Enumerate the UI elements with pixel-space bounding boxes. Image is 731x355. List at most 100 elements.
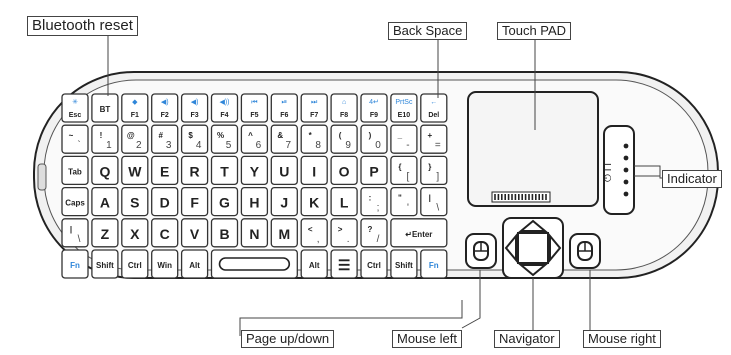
key-5-8[interactable]: Ctrl	[360, 249, 388, 279]
key-3-3[interactable]: D	[151, 186, 179, 217]
key-label: F8	[340, 112, 348, 119]
key-1-12[interactable]: +=	[420, 124, 448, 154]
key-label: $	[188, 131, 193, 140]
key-5-1[interactable]: Shift	[91, 249, 119, 279]
key-3-1[interactable]: A	[91, 186, 119, 217]
key-3-9[interactable]: L	[330, 186, 358, 217]
key-2-9[interactable]: O	[330, 155, 358, 186]
key-2-12[interactable]: }]	[420, 155, 448, 186]
key-3-10[interactable]: :;	[360, 186, 388, 217]
key-5-9[interactable]: Shift	[390, 249, 418, 279]
key-2-5[interactable]: T	[210, 155, 239, 186]
key-0-6[interactable]: ⏮ F5	[240, 93, 269, 123]
key-4-2[interactable]: X	[121, 218, 149, 248]
key-5-6[interactable]: Alt	[300, 249, 328, 279]
key-2-0[interactable]: Tab	[61, 155, 89, 186]
page-up-down-callout: Page up/down	[241, 330, 335, 348]
key-label: D	[160, 195, 170, 211]
key-5-4[interactable]: Alt	[180, 249, 209, 279]
key-3-4[interactable]: F	[180, 186, 209, 217]
indicator-callout: Indicator	[662, 170, 722, 188]
touch-pad[interactable]	[467, 91, 599, 207]
key-2-2[interactable]: W	[121, 155, 149, 186]
key-1-7[interactable]: &7	[270, 124, 298, 154]
mouse-right-callout: Mouse right	[583, 330, 661, 348]
key-label: B	[219, 226, 229, 242]
key-2-6[interactable]: Y	[240, 155, 269, 186]
key-4-0[interactable]: |\	[61, 218, 89, 248]
key-3-2[interactable]: S	[121, 186, 149, 217]
key-sub-label: ]	[436, 171, 439, 182]
key-sub-label: \	[436, 203, 439, 214]
key-1-9[interactable]: (9	[330, 124, 358, 154]
key-3-7[interactable]: J	[270, 186, 298, 217]
navigator-dpad[interactable]	[502, 217, 564, 279]
mouse-left-button[interactable]	[465, 233, 497, 269]
key-1-4[interactable]: $4	[180, 124, 209, 154]
key-2-8[interactable]: I	[300, 155, 328, 186]
key-0-12[interactable]: ← Del	[420, 93, 448, 123]
key-label: ↵Enter	[405, 230, 432, 239]
key-2-10[interactable]: P	[360, 155, 388, 186]
key-label: F4	[220, 112, 228, 119]
key-4-5[interactable]: B	[210, 218, 239, 248]
key-5-10[interactable]: Fn	[420, 249, 448, 279]
key-label: ?	[368, 225, 373, 234]
key-0-0[interactable]: ✳ Esc	[61, 93, 89, 123]
key-1-0[interactable]: ~`	[61, 124, 89, 154]
key-0-11[interactable]: PrtSc E10	[390, 93, 418, 123]
key-3-0[interactable]: Caps	[61, 186, 89, 217]
key-label: Esc	[69, 112, 82, 119]
key-2-11[interactable]: {[	[390, 155, 418, 186]
key-label: S	[130, 195, 139, 211]
key-1-5[interactable]: %5	[210, 124, 239, 154]
key-4-1[interactable]: Z	[91, 218, 119, 248]
key-3-5[interactable]: G	[210, 186, 239, 217]
key-1-11[interactable]: _-	[390, 124, 418, 154]
key-2-7[interactable]: U	[270, 155, 298, 186]
key-0-10[interactable]: 4↵ F9	[360, 93, 388, 123]
key-4-11[interactable]: ↵Enter	[390, 218, 448, 248]
key-label: Shift	[96, 261, 114, 270]
key-0-2[interactable]: ◆ F1	[121, 93, 149, 123]
key-0-3[interactable]: ◀) F2	[151, 93, 179, 123]
touch-pad-scroll-strip[interactable]	[491, 191, 551, 203]
key-1-6[interactable]: ^6	[240, 124, 269, 154]
key-2-3[interactable]: E	[151, 155, 179, 186]
key-4-10[interactable]: ?/	[360, 218, 388, 248]
key-4-7[interactable]: M	[270, 218, 298, 248]
key-5-5[interactable]	[210, 249, 298, 279]
key-1-1[interactable]: !1	[91, 124, 119, 154]
key-5-2[interactable]: Ctrl	[121, 249, 149, 279]
mouse-right-button[interactable]	[569, 233, 601, 269]
key-sub-label: 0	[375, 140, 381, 151]
key-0-1[interactable]: BT	[91, 93, 119, 123]
key-5-3[interactable]: Win	[151, 249, 179, 279]
key-3-8[interactable]: K	[300, 186, 328, 217]
key-1-3[interactable]: #3	[151, 124, 179, 154]
key-2-4[interactable]: R	[180, 155, 209, 186]
key-top-label: ✳	[72, 98, 78, 106]
key-1-8[interactable]: *8	[300, 124, 328, 154]
key-3-12[interactable]: |\	[420, 186, 448, 217]
key-4-4[interactable]: V	[180, 218, 209, 248]
key-5-7[interactable]: ☰	[330, 249, 358, 279]
key-3-11[interactable]: "'	[390, 186, 418, 217]
key-5-0[interactable]: Fn	[61, 249, 89, 279]
key-2-1[interactable]: Q	[91, 155, 119, 186]
key-0-7[interactable]: ⏯ F6	[270, 93, 298, 123]
key-0-5[interactable]: ◀)) F4	[210, 93, 239, 123]
key-1-10[interactable]: )0	[360, 124, 388, 154]
key-0-8[interactable]: ⏭ F7	[300, 93, 328, 123]
key-1-2[interactable]: @2	[121, 124, 149, 154]
key-4-8[interactable]: <,	[300, 218, 328, 248]
key-4-9[interactable]: >.	[330, 218, 358, 248]
key-3-6[interactable]: H	[240, 186, 269, 217]
key-4-3[interactable]: C	[151, 218, 179, 248]
key-0-4[interactable]: ◀) F3	[180, 93, 209, 123]
key-top-label: ◀))	[219, 99, 229, 106]
key-label: Ctrl	[367, 261, 381, 270]
key-label: Win	[157, 261, 172, 270]
key-0-9[interactable]: ⌂ F8	[330, 93, 358, 123]
key-4-6[interactable]: N	[240, 218, 269, 248]
